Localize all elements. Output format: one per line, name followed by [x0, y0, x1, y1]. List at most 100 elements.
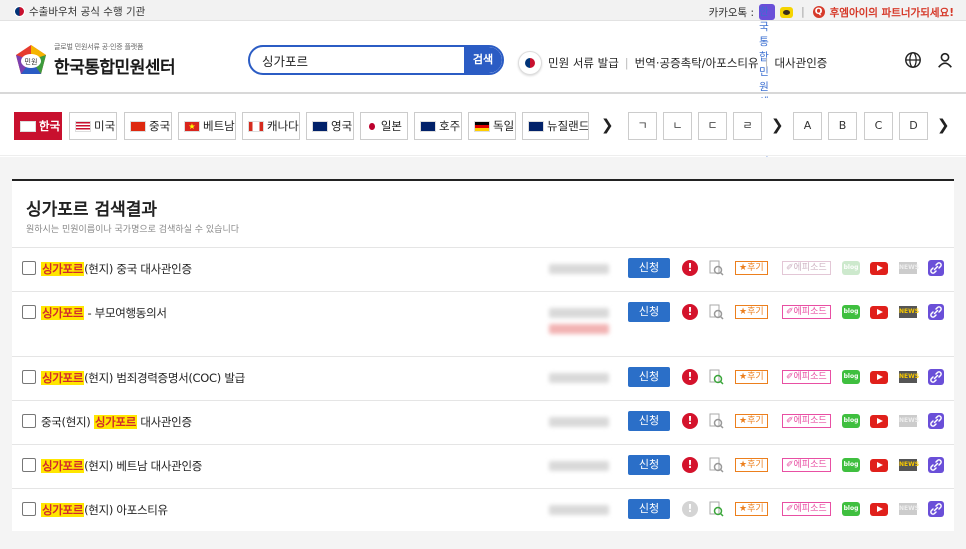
nav-embassy-certification[interactable]: 대사관인증	[774, 55, 827, 71]
result-title[interactable]: 중국(현지) 싱가포르 대사관인증	[41, 414, 192, 430]
youtube-icon[interactable]	[870, 415, 888, 428]
blog-icon[interactable]: blog	[842, 370, 860, 384]
result-checkbox[interactable]	[22, 370, 36, 384]
search-input[interactable]	[262, 52, 462, 68]
notice-icon[interactable]: !	[682, 413, 698, 429]
blog-icon[interactable]: blog	[842, 414, 860, 428]
country-button-uk[interactable]: 영국	[306, 112, 354, 140]
episode-button[interactable]: ✐에피소드	[782, 305, 831, 319]
news-icon[interactable]: NEWS	[899, 459, 919, 471]
blog-icon[interactable]: blog	[842, 502, 860, 516]
apply-button[interactable]: 신청	[628, 302, 670, 322]
country-button-germany[interactable]: 독일	[468, 112, 516, 140]
result-checkbox[interactable]	[22, 458, 36, 472]
pencil-icon: ✐	[786, 263, 794, 273]
country-button-australia[interactable]: 호주	[414, 112, 462, 140]
letter-button-c[interactable]: C	[864, 112, 893, 140]
title-suffix: (현지) 범죄경력증명서(COC) 발급	[84, 371, 245, 385]
search-button[interactable]: 검색	[464, 47, 502, 73]
kakao-talk-icon[interactable]	[780, 6, 794, 18]
document-search-icon[interactable]	[708, 413, 724, 429]
episode-button[interactable]: ✐에피소드	[782, 502, 831, 516]
letter-button-a[interactable]: A	[793, 112, 822, 140]
news-icon[interactable]: NEWS	[899, 415, 919, 427]
apply-button[interactable]: 신청	[628, 499, 670, 519]
youtube-icon[interactable]	[870, 306, 888, 319]
country-button-korea[interactable]: 한국	[14, 112, 62, 140]
review-button[interactable]: ★후기	[735, 305, 768, 319]
document-search-icon[interactable]	[708, 501, 724, 517]
episode-button[interactable]: ✐에피소드	[782, 414, 831, 428]
result-title[interactable]: 싱가포르 - 부모여행동의서	[41, 305, 167, 321]
review-button[interactable]: ★후기	[735, 414, 768, 428]
result-title[interactable]: 싱가포르(현지) 베트남 대사관인증	[41, 458, 202, 474]
youtube-icon[interactable]	[870, 503, 888, 516]
latin-letter-next-arrow-icon[interactable]: ❯	[937, 116, 950, 134]
link-icon[interactable]	[928, 369, 944, 385]
blog-icon[interactable]: blog	[842, 261, 860, 275]
site-logo[interactable]: 민원 글로벌 민원서류 공·인증 플랫폼 한국통합민원센터	[14, 42, 176, 78]
document-search-icon[interactable]	[708, 260, 724, 276]
episode-button[interactable]: ✐에피소드	[782, 261, 831, 275]
notice-icon[interactable]: !	[682, 501, 698, 517]
link-icon[interactable]	[928, 413, 944, 429]
link-icon[interactable]	[928, 260, 944, 276]
country-button-new-zealand[interactable]: 뉴질랜드	[522, 112, 589, 140]
country-button-usa[interactable]: 미국	[69, 112, 117, 140]
country-button-japan[interactable]: 일본	[360, 112, 408, 140]
news-icon[interactable]: NEWS	[899, 371, 919, 383]
globe-icon[interactable]	[904, 51, 922, 69]
user-icon[interactable]	[936, 51, 954, 69]
news-icon[interactable]: NEWS	[899, 503, 919, 515]
nav-document-issue[interactable]: 민원 서류 발급	[548, 55, 619, 71]
country-button-vietnam[interactable]: ★ 베트남	[178, 112, 236, 140]
document-search-icon[interactable]	[708, 369, 724, 385]
apply-button[interactable]: 신청	[628, 411, 670, 431]
partner-link[interactable]: 후엠아이의 파트너가되세요!	[830, 5, 954, 20]
episode-button[interactable]: ✐에피소드	[782, 458, 831, 472]
notice-icon[interactable]: !	[682, 260, 698, 276]
notice-icon[interactable]: !	[682, 457, 698, 473]
blog-icon[interactable]: blog	[842, 305, 860, 319]
link-icon[interactable]	[928, 457, 944, 473]
review-button[interactable]: ★후기	[735, 370, 768, 384]
letter-button-giyeok[interactable]: ㄱ	[628, 112, 657, 140]
apply-button[interactable]: 신청	[628, 258, 670, 278]
letter-button-nieun[interactable]: ㄴ	[663, 112, 692, 140]
result-checkbox[interactable]	[22, 502, 36, 516]
document-search-icon[interactable]	[708, 304, 724, 320]
korean-letter-next-arrow-icon[interactable]: ❯	[771, 116, 784, 134]
youtube-icon[interactable]	[870, 459, 888, 472]
kakao-links[interactable]: 한국통합민원센터, 배달의 민원	[759, 4, 776, 198]
notice-icon[interactable]: !	[682, 304, 698, 320]
result-checkbox[interactable]	[22, 305, 36, 319]
letter-button-b[interactable]: B	[828, 112, 857, 140]
youtube-icon[interactable]	[870, 371, 888, 384]
result-checkbox[interactable]	[22, 414, 36, 428]
country-button-china[interactable]: 중국	[124, 112, 172, 140]
letter-button-d[interactable]: D	[899, 112, 928, 140]
apply-button[interactable]: 신청	[628, 367, 670, 387]
apply-button[interactable]: 신청	[628, 455, 670, 475]
country-next-arrow-icon[interactable]: ❯	[601, 116, 614, 134]
result-title[interactable]: 싱가포르(현지) 아포스티유	[41, 502, 168, 518]
country-button-canada[interactable]: 캐나다	[242, 112, 300, 140]
letter-button-digeut[interactable]: ㄷ	[698, 112, 727, 140]
link-icon[interactable]	[928, 501, 944, 517]
news-icon[interactable]: NEWS	[899, 262, 919, 274]
link-icon[interactable]	[928, 304, 944, 320]
youtube-icon[interactable]	[870, 262, 888, 275]
review-button[interactable]: ★후기	[735, 458, 768, 472]
blog-icon[interactable]: blog	[842, 458, 860, 472]
nav-translation-apostille[interactable]: 번역·공증촉탁/아포스티유	[635, 55, 759, 71]
result-checkbox[interactable]	[22, 261, 36, 275]
notice-icon[interactable]: !	[682, 369, 698, 385]
result-title[interactable]: 싱가포르(현지) 중국 대사관인증	[41, 261, 192, 277]
review-button[interactable]: ★후기	[735, 502, 768, 516]
result-title[interactable]: 싱가포르(현지) 범죄경력증명서(COC) 발급	[41, 370, 245, 386]
letter-button-rieul[interactable]: ㄹ	[733, 112, 762, 140]
news-icon[interactable]: NEWS	[899, 306, 919, 318]
document-search-icon[interactable]	[708, 457, 724, 473]
review-button[interactable]: ★후기	[735, 261, 768, 275]
episode-button[interactable]: ✐에피소드	[782, 370, 831, 384]
